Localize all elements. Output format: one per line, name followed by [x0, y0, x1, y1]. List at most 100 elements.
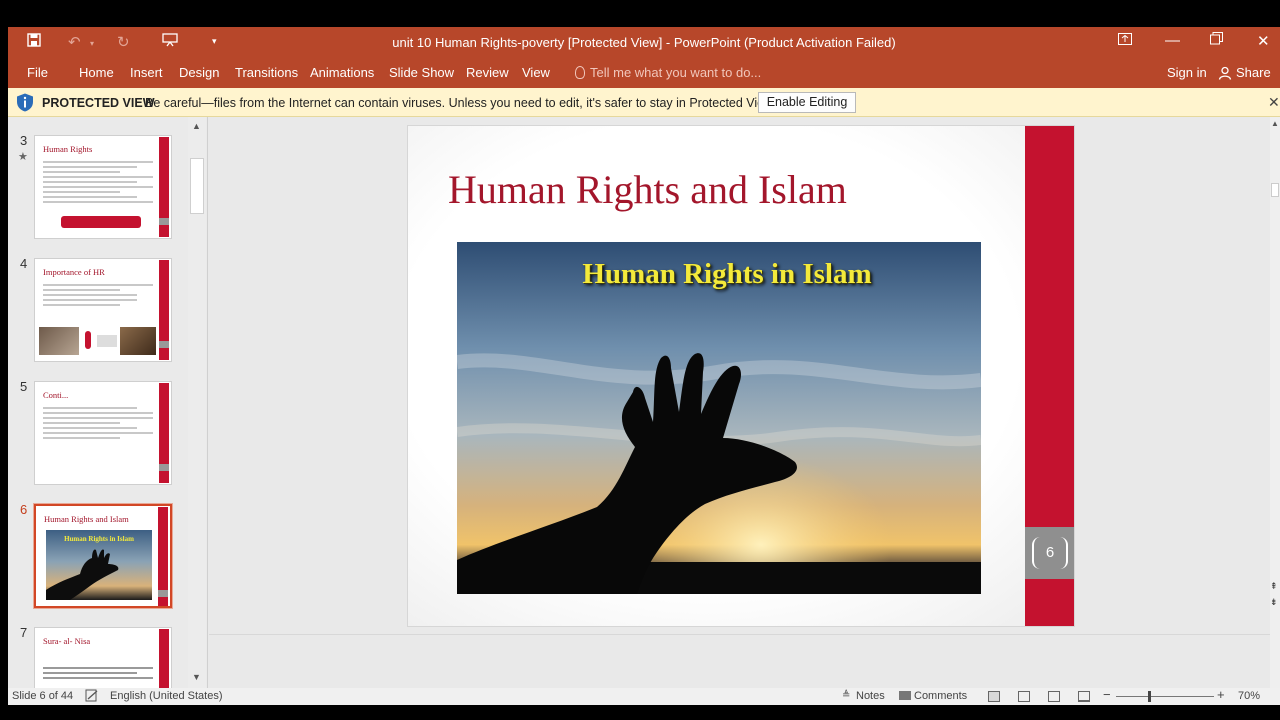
workspace: 3 ★ Human Rights 4 Importance of HR 5 Co…: [8, 117, 1280, 688]
slide-image[interactable]: Human Rights in Islam: [457, 242, 981, 594]
ribbon-tabs: File Home Insert Design Transitions Anim…: [8, 58, 1280, 88]
close-bar-icon[interactable]: ✕: [1268, 94, 1280, 111]
tab-transitions[interactable]: Transitions: [235, 65, 298, 80]
slide-counter: Slide 6 of 44: [12, 690, 74, 702]
thumbnail-title: Conti...: [43, 390, 69, 400]
slide-number-label: 6: [1032, 537, 1068, 569]
thumbnail-photo: [39, 327, 79, 355]
tab-file[interactable]: File: [27, 65, 48, 80]
scrollbar-thumb[interactable]: [190, 158, 204, 214]
thumbnail-arabic-text: [43, 664, 153, 682]
slide-sorter-icon[interactable]: [1018, 691, 1030, 702]
scroll-up-icon[interactable]: ▲: [192, 121, 201, 131]
enable-editing-button[interactable]: Enable Editing: [758, 92, 856, 113]
previous-slide-icon[interactable]: ⇞: [1270, 581, 1278, 592]
slide-number-box: 6: [1025, 527, 1074, 579]
slide-image-caption: Human Rights in Islam: [582, 258, 872, 290]
thumbnail-number-badge: [159, 341, 169, 348]
tab-home[interactable]: Home: [79, 65, 114, 80]
screen-bottom-edge: [0, 705, 1280, 720]
current-slide[interactable]: Human Rights and Islam Human Rights in I…: [407, 125, 1075, 627]
thumbnail-figure: [85, 331, 91, 349]
protected-view-message: Be careful—files from the Internet can c…: [145, 96, 776, 110]
slide-title[interactable]: Human Rights and Islam: [448, 166, 847, 213]
editor-divider: [209, 634, 1270, 635]
normal-view-icon[interactable]: [988, 691, 1000, 702]
protected-view-bar: PROTECTED VIEW Be careful—files from the…: [8, 88, 1280, 117]
thumbnail-title: Human Rights and Islam: [44, 514, 129, 524]
thumbnail-photo: [120, 327, 156, 355]
spelling-check-icon[interactable]: [85, 689, 99, 705]
zoom-in-icon[interactable]: +: [1217, 687, 1225, 702]
thumbnails-scrollbar[interactable]: ▲ ▼: [188, 117, 206, 688]
thumbnail-bullets: [43, 158, 153, 206]
slide-number: 4: [20, 256, 28, 271]
zoom-slider[interactable]: [1116, 696, 1214, 697]
slide-thumbnail[interactable]: Human Rights: [34, 135, 172, 239]
thumbnail-title: Sura- al- Nisa: [43, 636, 91, 646]
lightbulb-icon: [575, 66, 585, 79]
thumbnail-photo: Human Rights in Islam: [46, 530, 152, 600]
animation-star-icon: ★: [18, 151, 28, 163]
thumbnail-callout: [61, 216, 141, 228]
zoom-level[interactable]: 70%: [1238, 690, 1260, 702]
restore-icon[interactable]: [1210, 32, 1223, 49]
title-bar: ↶ ▾ ↻ ▾ unit 10 Human Rights-poverty [Pr…: [8, 27, 1280, 58]
reading-view-icon[interactable]: [1048, 691, 1060, 702]
minimize-icon[interactable]: —: [1165, 32, 1180, 49]
screen-left-edge: [0, 27, 8, 705]
slide-thumbnail[interactable]: Importance of HR: [34, 258, 172, 362]
language-indicator[interactable]: English (United States): [110, 690, 223, 702]
tab-design[interactable]: Design: [179, 65, 219, 80]
tell-me-search[interactable]: Tell me what you want to do...: [575, 65, 761, 80]
slide-number: 6: [20, 502, 28, 517]
share-label: Share: [1236, 65, 1271, 80]
thumbnail-figure: [97, 335, 117, 347]
window-title: unit 10 Human Rights-poverty [Protected …: [392, 35, 896, 50]
thumbnail-number-badge: [159, 464, 169, 471]
slide-thumbnail-selected[interactable]: Human Rights and Islam Human Rights in I…: [33, 503, 173, 609]
zoom-slider-thumb[interactable]: [1148, 691, 1151, 702]
ribbon-display-icon[interactable]: [1118, 32, 1132, 49]
zoom-out-icon[interactable]: −: [1103, 687, 1111, 702]
tell-me-text: Tell me what you want to do...: [590, 65, 762, 80]
next-slide-icon[interactable]: ⇟: [1270, 597, 1278, 608]
tab-review[interactable]: Review: [466, 65, 509, 80]
screen-top-edge: [0, 0, 1280, 27]
slide-thumbnail[interactable]: Conti...: [34, 381, 172, 485]
slide-editor[interactable]: Human Rights and Islam Human Rights in I…: [209, 117, 1270, 688]
editor-scrollbar[interactable]: ▲ ⇞ ⇟: [1270, 117, 1280, 688]
slide-number: 5: [20, 379, 28, 394]
slide-show-icon[interactable]: [1078, 691, 1090, 702]
shield-info-icon: [16, 93, 34, 112]
scroll-up-icon[interactable]: ▲: [1271, 119, 1279, 128]
comments-button[interactable]: Comments: [914, 690, 967, 702]
notes-button[interactable]: Notes: [856, 690, 885, 702]
slide-number: 7: [20, 625, 28, 640]
notes-icon[interactable]: ≜: [842, 690, 850, 701]
person-icon: [1218, 66, 1232, 80]
slide-thumbnails-pane[interactable]: 3 ★ Human Rights 4 Importance of HR 5 Co…: [8, 117, 208, 688]
tab-view[interactable]: View: [522, 65, 550, 80]
thumbnail-number-badge: [159, 218, 169, 225]
thumbnail-red-bar: [159, 629, 169, 688]
protected-view-label: PROTECTED VIEW: [42, 96, 155, 110]
scrollbar-thumb[interactable]: [1271, 183, 1279, 197]
tab-animations[interactable]: Animations: [310, 65, 374, 80]
scroll-down-icon[interactable]: ▼: [192, 672, 201, 682]
tab-slide-show[interactable]: Slide Show: [389, 65, 454, 80]
comments-icon[interactable]: [899, 691, 911, 700]
sunset-hand-photo: [457, 242, 981, 594]
share-button[interactable]: Share: [1218, 65, 1271, 80]
slide-number: 3: [20, 133, 28, 148]
status-bar: Slide 6 of 44 English (United States) ≜ …: [8, 687, 1280, 705]
close-icon[interactable]: ✕: [1257, 32, 1270, 50]
thumbnail-bullets: [43, 404, 153, 442]
thumbnail-title: Human Rights: [43, 144, 93, 154]
thumbnail-title: Importance of HR: [43, 267, 105, 277]
sign-in-link[interactable]: Sign in: [1167, 65, 1207, 80]
hand-silhouette-icon: [46, 549, 119, 600]
slide-thumbnail[interactable]: Sura- al- Nisa: [34, 627, 172, 688]
thumbnail-number-badge: [158, 590, 168, 597]
tab-insert[interactable]: Insert: [130, 65, 163, 80]
